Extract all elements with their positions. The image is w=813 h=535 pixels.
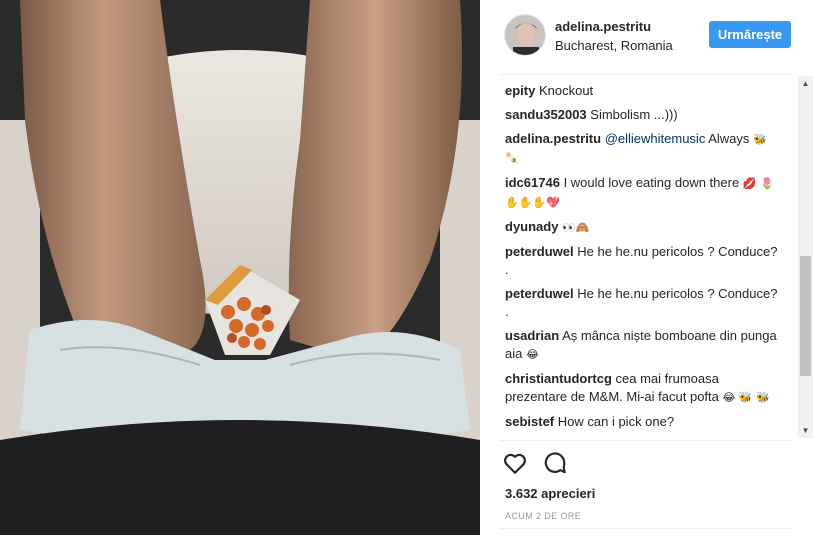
likes-count[interactable]: 3.632 aprecieri (505, 486, 595, 501)
post-location[interactable]: Bucharest, Romania (555, 38, 673, 53)
post-header: adelina.pestritu Bucharest, Romania Urmă… (480, 0, 813, 74)
actions-divider (500, 440, 791, 441)
comment-emoji: 👀🙈 (562, 221, 590, 234)
comment-username[interactable]: peterduwel (505, 286, 574, 301)
scrollbar-thumb[interactable] (800, 256, 811, 376)
comment-icon[interactable] (542, 450, 568, 476)
comment-username[interactable]: sandu352003 (505, 107, 587, 122)
heart-icon[interactable] (502, 450, 528, 476)
comment-item: peterduwel He he he.nu pericolos ? Condu… (505, 285, 780, 321)
comment-username[interactable]: christiantudortcg (505, 371, 612, 386)
comment-emoji: 😂 (525, 348, 539, 361)
post-photo[interactable] (0, 0, 480, 535)
bottom-divider (500, 528, 791, 529)
comment-item: idc61746 I would love eating down there … (505, 174, 780, 212)
post-timestamp[interactable]: ACUM 2 DE ORE (505, 511, 581, 521)
comment-item: peterduwel He he he.nu pericolos ? Condu… (505, 243, 780, 279)
comment-emoji: 😂 🐝 🐝 (722, 391, 770, 404)
post-username[interactable]: adelina.pestritu (555, 19, 651, 34)
comment-text: Knockout (538, 83, 594, 98)
avatar[interactable] (504, 14, 546, 56)
scroll-down-arrow-icon[interactable]: ▼ (798, 423, 813, 438)
comment-username[interactable]: sebistef (505, 414, 554, 429)
comment-username[interactable]: peterduwel (505, 244, 574, 259)
comments-list[interactable]: epity Knockout sandu352003 Simbolism ...… (505, 82, 780, 442)
comment-text: Simbolism ...))) (590, 107, 678, 122)
comment-item: sebistef How can i pick one? (505, 413, 780, 431)
follow-button[interactable]: Urmărește (709, 21, 791, 48)
avatar-image (505, 15, 545, 55)
scroll-up-arrow-icon[interactable]: ▲ (798, 76, 813, 91)
post-image (0, 0, 480, 535)
comment-username[interactable]: idc61746 (505, 175, 560, 190)
comment-item: adelina.pestritu @elliewhitemusic Always… (505, 130, 780, 168)
comment-username[interactable]: dyunady (505, 219, 558, 234)
comment-text: I would love eating down there (563, 175, 740, 190)
comment-item: dyunady 👀🙈 (505, 218, 780, 237)
comment-item: sandu352003 Simbolism ...))) (505, 106, 780, 124)
comment-item: usadrian Aș mânca niște bomboane din pun… (505, 327, 780, 364)
comment-username[interactable]: usadrian (505, 328, 559, 343)
comment-username[interactable]: adelina.pestritu (505, 131, 601, 146)
comment-text: How can i pick one? (557, 414, 675, 429)
comments-scrollbar[interactable]: ▲ ▼ (798, 76, 813, 438)
header-divider (500, 74, 791, 75)
comment-item: christiantudortcg cea mai frumoasa preze… (505, 370, 780, 407)
comment-username[interactable]: epity (505, 83, 535, 98)
comment-text: Always (708, 131, 750, 146)
comment-item: epity Knockout (505, 82, 780, 100)
comment-mention[interactable]: @elliewhitemusic (605, 131, 706, 146)
post-sidebar: adelina.pestritu Bucharest, Romania Urmă… (480, 0, 813, 535)
